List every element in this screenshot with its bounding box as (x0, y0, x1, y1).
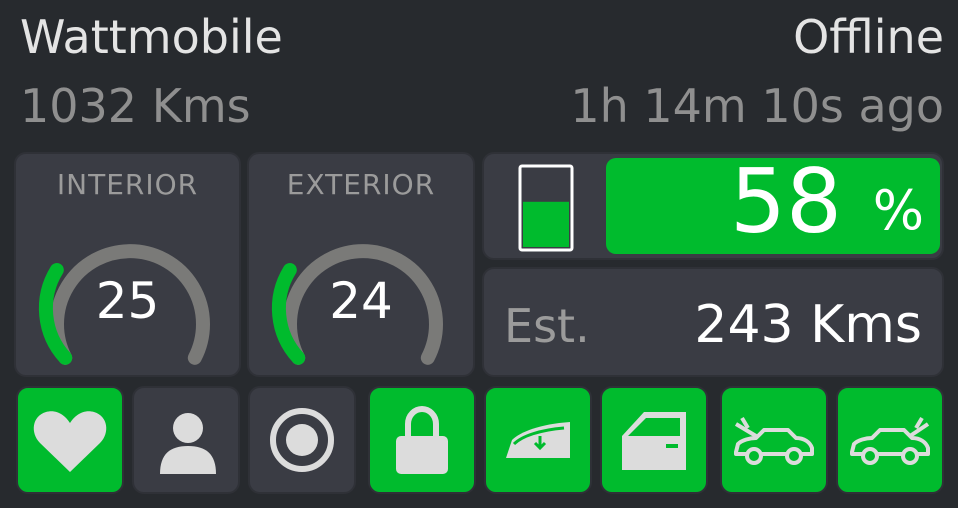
odometer: 1032 Kms (20, 79, 251, 133)
door-icon (622, 412, 686, 470)
range-value: 243 Kms (694, 295, 922, 355)
battery-level-icon (518, 164, 574, 252)
trunk-icon (850, 416, 930, 465)
battery-card[interactable]: 58 % (482, 152, 944, 260)
user-icon (160, 413, 216, 474)
connection-status: Offline (793, 10, 944, 64)
user-presence-tile[interactable] (132, 386, 240, 494)
interior-temp-value: 25 (95, 272, 160, 330)
frunk-icon (734, 416, 814, 465)
sentry-icon (270, 408, 334, 472)
range-card[interactable]: Est. 243 Kms (482, 267, 944, 377)
sunroof-icon (506, 422, 570, 458)
frunk-tile[interactable] (720, 386, 828, 494)
sentry-mode-tile[interactable] (248, 386, 356, 494)
trunk-tile[interactable] (836, 386, 944, 494)
interior-temp-card[interactable]: INTERIOR 25 (14, 152, 241, 377)
exterior-temp-value: 24 (329, 272, 393, 330)
lock-icon (396, 405, 448, 474)
last-seen: 1h 14m 10s ago (570, 79, 944, 133)
exterior-temp-card[interactable]: EXTERIOR 24 (247, 152, 475, 377)
vehicle-name: Wattmobile (20, 10, 283, 64)
heart-icon (33, 411, 107, 472)
battery-percent-unit: % (872, 179, 924, 242)
battery-percent-value: 58 (730, 150, 842, 253)
health-tile[interactable] (16, 386, 124, 494)
doors-tile[interactable] (600, 386, 708, 494)
exterior-temp-gauge (271, 244, 443, 365)
dashboard: Wattmobile Offline 1032 Kms 1h 14m 10s a… (0, 0, 958, 508)
lock-tile[interactable] (368, 386, 476, 494)
interior-temp-gauge (38, 244, 210, 365)
range-label: Est. (504, 299, 590, 353)
sunroof-tile[interactable] (484, 386, 592, 494)
